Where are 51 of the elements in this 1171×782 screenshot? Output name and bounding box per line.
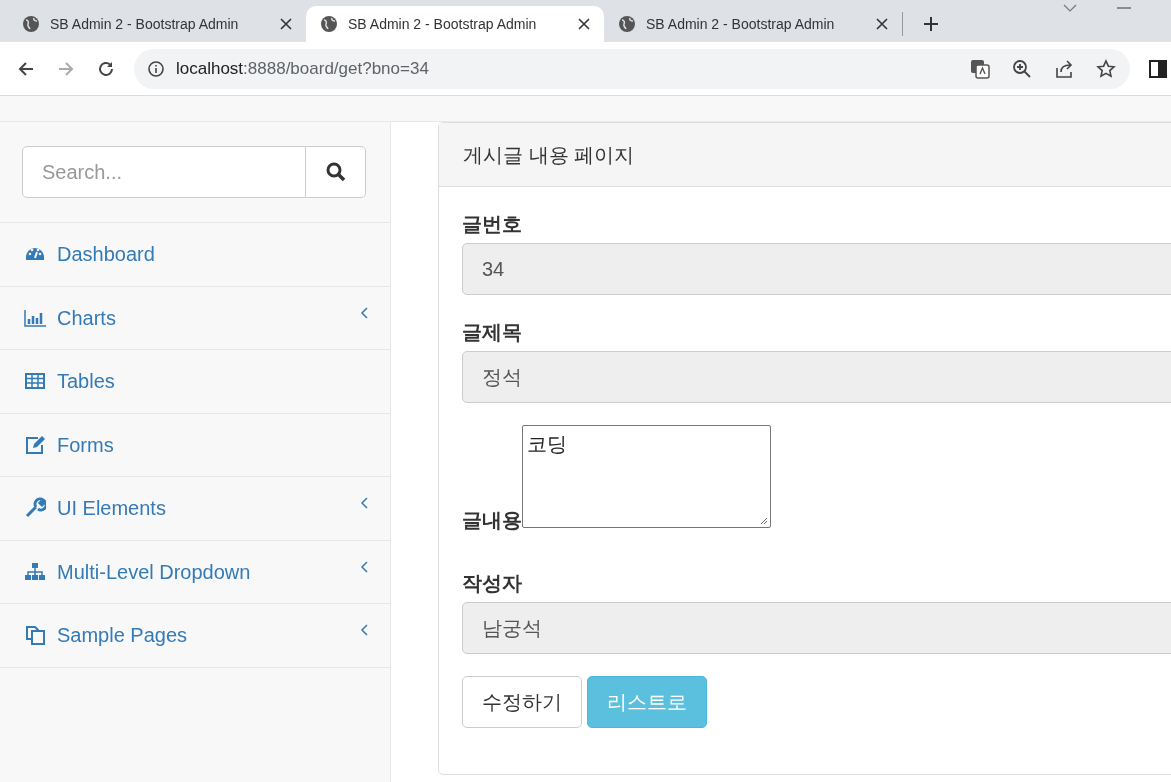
sitemap-icon (24, 560, 46, 583)
card-title: 게시글 내용 페이지 (439, 123, 1171, 187)
share-icon[interactable] (1054, 58, 1074, 79)
star-icon[interactable] (1096, 58, 1116, 79)
search-button[interactable] (306, 146, 366, 198)
edit-icon (24, 433, 46, 456)
field-label: 작성자 (462, 571, 523, 596)
browser-tab[interactable]: SB Admin 2 - Bootstrap Admin (306, 6, 604, 42)
field-label: 글내용 (462, 510, 522, 530)
close-icon[interactable] (578, 18, 590, 30)
globe-icon (22, 15, 40, 33)
globe-icon (618, 15, 636, 33)
address-bar[interactable]: localhost:8888/board/get?bno=34 (134, 48, 1130, 89)
copy-icon (24, 624, 46, 647)
chevron-left-icon (360, 560, 368, 573)
action-button[interactable]: 수정하기 (462, 676, 582, 728)
globe-icon (320, 15, 338, 33)
sidebar-item[interactable]: Dashboard (0, 223, 390, 287)
zoom-icon[interactable] (1012, 58, 1032, 79)
translate-icon[interactable] (970, 58, 990, 79)
field-label: 글제목 (462, 320, 523, 345)
wrench-icon (24, 497, 46, 520)
close-icon[interactable] (280, 18, 292, 30)
input-field[interactable]: 남궁석 (462, 602, 1171, 654)
search-icon (325, 162, 346, 182)
input-field[interactable]: 34 (462, 243, 1171, 295)
sidebar-item[interactable]: UI Elements (0, 477, 390, 541)
chevron-left-icon (360, 624, 368, 637)
side-panel-icon[interactable] (1149, 59, 1167, 78)
input-field[interactable]: 정석 (462, 351, 1171, 403)
chevron-left-icon (360, 306, 368, 319)
sidebar-item[interactable]: Charts (0, 286, 390, 350)
resize-handle-icon (760, 517, 768, 525)
sidebar-item[interactable]: Tables (0, 350, 390, 414)
chevron-down-icon[interactable] (1063, 4, 1077, 12)
reload-icon[interactable] (97, 59, 115, 78)
field-label: 글번호 (462, 212, 523, 237)
sidebar-item[interactable]: Forms (0, 413, 390, 477)
url-text: localhost:8888/board/get?bno=34 (176, 57, 429, 80)
search-field[interactable]: Search... (22, 146, 306, 198)
close-icon[interactable] (876, 18, 888, 30)
new-tab-icon[interactable] (923, 16, 939, 32)
chevron-left-icon (360, 497, 368, 510)
back-icon[interactable] (17, 59, 35, 78)
text-area[interactable]: 코딩 (522, 425, 771, 528)
tab-title: SB Admin 2 - Bootstrap Admin (348, 14, 538, 34)
tab-title: SB Admin 2 - Bootstrap Admin (646, 14, 836, 34)
info-icon[interactable] (148, 60, 164, 77)
sidebar-item[interactable]: Sample Pages (0, 604, 390, 668)
tab-title: SB Admin 2 - Bootstrap Admin (50, 14, 240, 34)
sidebar-item[interactable]: Multi-Level Dropdown (0, 540, 390, 604)
